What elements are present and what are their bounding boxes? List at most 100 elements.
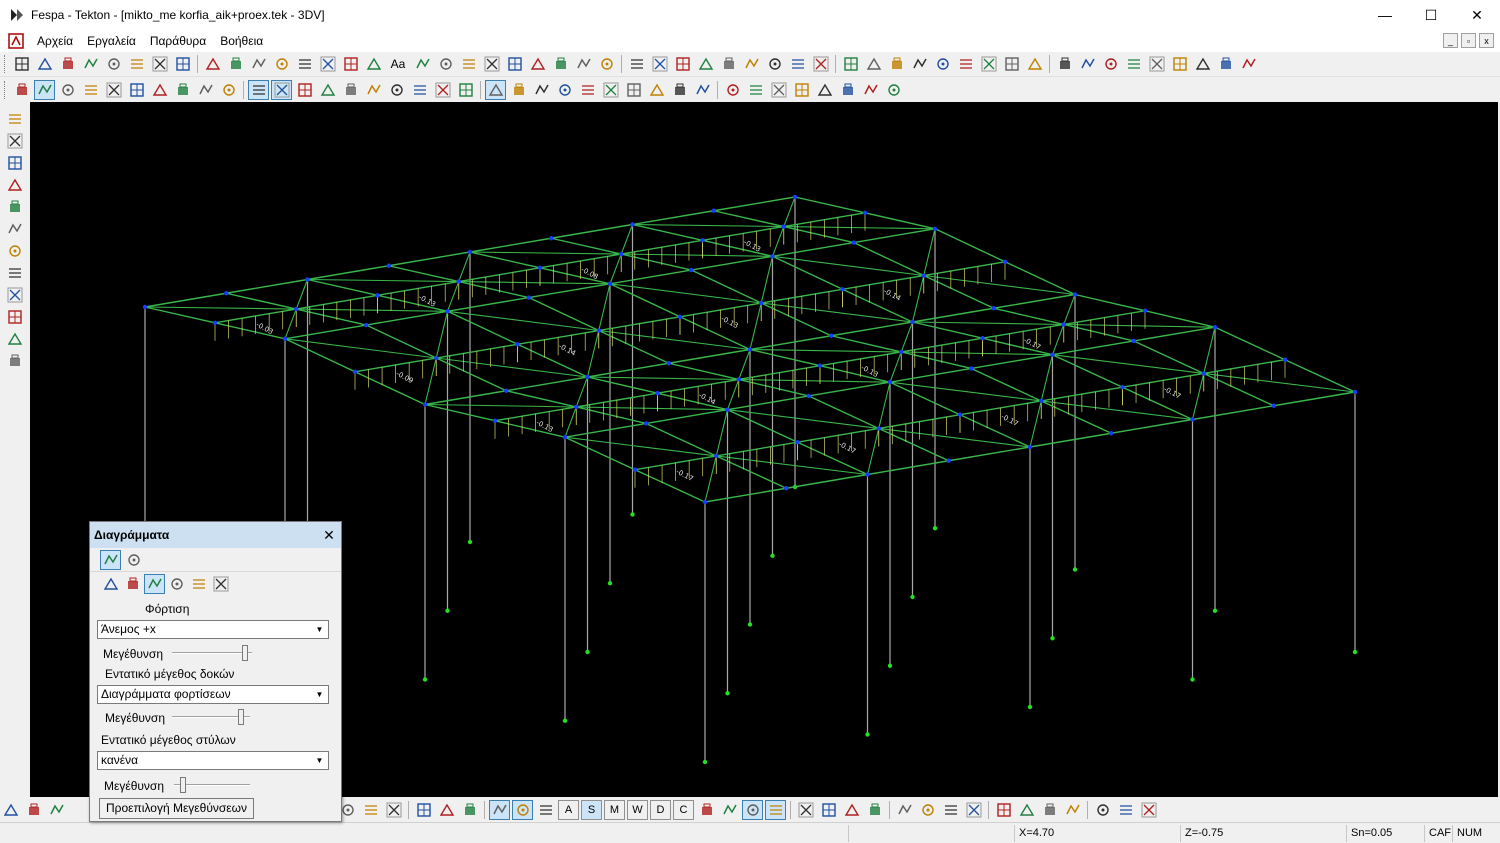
zoom-out-button[interactable] (719, 800, 740, 820)
plane-button[interactable] (5, 131, 26, 151)
dim-button[interactable] (317, 80, 338, 100)
beam-5-button[interactable] (722, 80, 743, 100)
render-button[interactable] (126, 80, 147, 100)
slab-button[interactable] (481, 54, 502, 74)
node-button[interactable] (294, 54, 315, 74)
text-button[interactable] (412, 54, 433, 74)
beam-snap-button[interactable] (864, 800, 885, 820)
gear-button[interactable] (5, 329, 26, 349)
toolbar-grip[interactable] (4, 80, 7, 99)
chevron-down-icon[interactable]: ▼ (312, 687, 327, 702)
list-button[interactable] (248, 54, 269, 74)
new-file-button[interactable] (11, 54, 32, 74)
dim-2-button[interactable] (340, 80, 361, 100)
foundation-view-button[interactable] (5, 351, 26, 371)
pen-button[interactable] (202, 54, 223, 74)
alert-button[interactable] (46, 800, 67, 820)
export-2-button[interactable] (883, 80, 904, 100)
beam-view-button[interactable] (5, 219, 26, 239)
supports-2-button[interactable] (172, 80, 193, 100)
cell-button[interactable] (1138, 800, 1159, 820)
diagrams-panel-titlebar[interactable]: Διαγράμματα ✕ (90, 522, 341, 548)
surface-snap-button[interactable] (940, 800, 961, 820)
mesh-3-button[interactable] (103, 80, 124, 100)
print-button[interactable] (126, 54, 147, 74)
chevron-down-icon[interactable]: ▼ (312, 622, 327, 637)
axial-button[interactable] (144, 573, 165, 594)
view-front-button[interactable] (455, 80, 476, 100)
mdi-close-button[interactable]: x (1479, 33, 1494, 48)
chevron-down-icon[interactable]: ▼ (312, 753, 327, 768)
member-button[interactable] (695, 54, 716, 74)
line-button[interactable] (317, 54, 338, 74)
eraser-button[interactable] (1238, 54, 1259, 74)
frame-snap-button[interactable] (993, 800, 1014, 820)
torsion-button[interactable] (166, 574, 187, 594)
label-ratio-button[interactable] (271, 79, 292, 100)
grid-snap-button[interactable] (795, 800, 816, 820)
beam-6-button[interactable] (745, 80, 766, 100)
mid-snap-button[interactable] (841, 800, 862, 820)
circle-button[interactable] (340, 54, 361, 74)
lattice-button[interactable] (504, 54, 525, 74)
cloud-button[interactable] (413, 800, 434, 820)
layer-button[interactable] (840, 54, 861, 74)
grid-lines-button[interactable] (225, 54, 246, 74)
slab-tilt-button[interactable] (5, 175, 26, 195)
undo-button[interactable] (0, 800, 21, 820)
diagram-off-button[interactable] (123, 550, 144, 570)
table-button[interactable] (863, 54, 884, 74)
wall-2-button[interactable] (1001, 54, 1022, 74)
label-b12-button[interactable] (218, 80, 239, 100)
minimize-button[interactable]: — (1362, 0, 1408, 30)
slider-thumb[interactable] (238, 709, 244, 725)
arrow-button[interactable] (360, 800, 381, 820)
node-snap-button[interactable] (818, 800, 839, 820)
mode-d-button[interactable]: D (650, 799, 671, 820)
cross-button[interactable] (383, 800, 404, 820)
mdi-restore-button[interactable]: ▫ (1461, 33, 1476, 48)
delete-button[interactable] (1215, 54, 1236, 74)
copy-button[interactable] (103, 54, 124, 74)
beam-3-button[interactable] (669, 80, 690, 100)
moment-button[interactable] (100, 574, 121, 594)
zoom-in-button[interactable] (696, 800, 717, 820)
cube-button[interactable] (646, 80, 667, 100)
menu-windows[interactable]: Παράθυρα (143, 30, 213, 52)
maximize-button[interactable]: ☐ (1408, 0, 1454, 30)
label-bs-button[interactable] (248, 79, 269, 100)
panel-button[interactable] (764, 54, 785, 74)
mesh-2-button[interactable] (80, 80, 101, 100)
crosshair-button[interactable] (765, 799, 786, 820)
tick-button[interactable] (436, 800, 457, 820)
menu-tools[interactable]: Εργαλεία (80, 30, 143, 52)
house-4-button[interactable] (577, 80, 598, 100)
model-button[interactable] (432, 80, 453, 100)
rotate-view-button[interactable] (596, 54, 617, 74)
column-effect-select[interactable]: κανένα ▼ (97, 751, 329, 770)
pin-button[interactable] (5, 307, 26, 327)
slab-snap-button[interactable] (917, 800, 938, 820)
section-button[interactable] (649, 54, 670, 74)
arrow-down-button[interactable] (860, 80, 881, 100)
tools-button[interactable] (550, 54, 571, 74)
portal-button[interactable] (386, 80, 407, 100)
shear-button[interactable] (122, 574, 143, 594)
layers-button[interactable] (5, 109, 26, 129)
house-1-button[interactable] (508, 80, 529, 100)
view-3d-button[interactable] (573, 54, 594, 74)
roof-button[interactable] (787, 54, 808, 74)
beam-effect-select[interactable]: Διαγράμματα φορτίσεων ▼ (97, 685, 329, 704)
open-folder-button[interactable] (34, 54, 55, 74)
beam-button[interactable] (458, 54, 479, 74)
grid-button[interactable] (271, 54, 292, 74)
hatch-button[interactable] (1092, 800, 1113, 820)
mdi-minimize-button[interactable]: _ (1443, 33, 1458, 48)
text-style-button[interactable]: Aa (386, 54, 410, 74)
mode-m-button[interactable]: M (604, 799, 625, 820)
menu-help[interactable]: Βοήθεια (213, 30, 270, 52)
polyline-button[interactable] (11, 80, 32, 100)
magnification-slider-2[interactable] (172, 709, 250, 725)
arch-button[interactable] (409, 80, 430, 100)
mode-c-button[interactable]: C (673, 799, 694, 820)
